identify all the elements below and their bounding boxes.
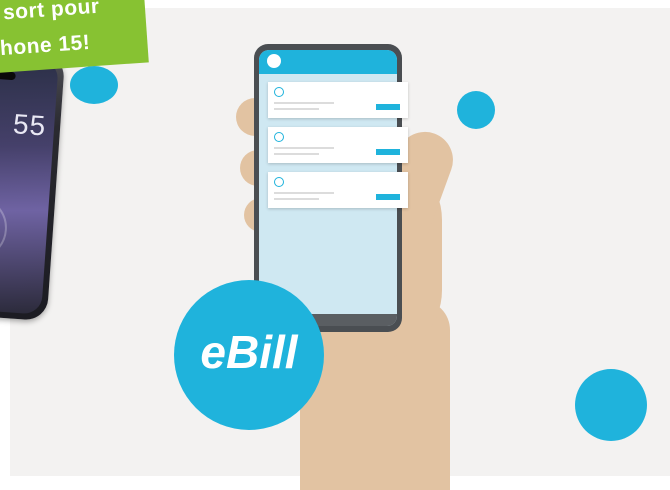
decor-dot <box>70 66 118 104</box>
decor-dot <box>575 369 647 441</box>
card-text-line <box>274 198 319 200</box>
card-text-line <box>274 192 334 194</box>
bill-card <box>268 82 408 118</box>
ebill-promo-image: 55 sort pour hone 15! eBill <box>0 0 670 490</box>
app-header <box>259 50 397 74</box>
decor-dot <box>457 91 495 129</box>
ebill-logo-text: eBill <box>200 326 298 378</box>
pay-button <box>376 104 400 110</box>
promo-time: 55 <box>12 108 48 142</box>
avatar-icon <box>267 54 281 68</box>
swirl-icon <box>274 132 284 142</box>
circle-dot-icon <box>274 87 284 97</box>
promo-ring <box>0 193 10 262</box>
card-text-line <box>274 102 334 104</box>
card-text-line <box>274 108 319 110</box>
bill-card <box>268 172 408 208</box>
bill-card <box>268 127 408 163</box>
pay-button <box>376 194 400 200</box>
pay-button <box>376 149 400 155</box>
ebill-logo: eBill <box>174 280 324 430</box>
card-text-line <box>274 147 334 149</box>
card-text-line <box>274 153 319 155</box>
coin-icon <box>274 177 284 187</box>
